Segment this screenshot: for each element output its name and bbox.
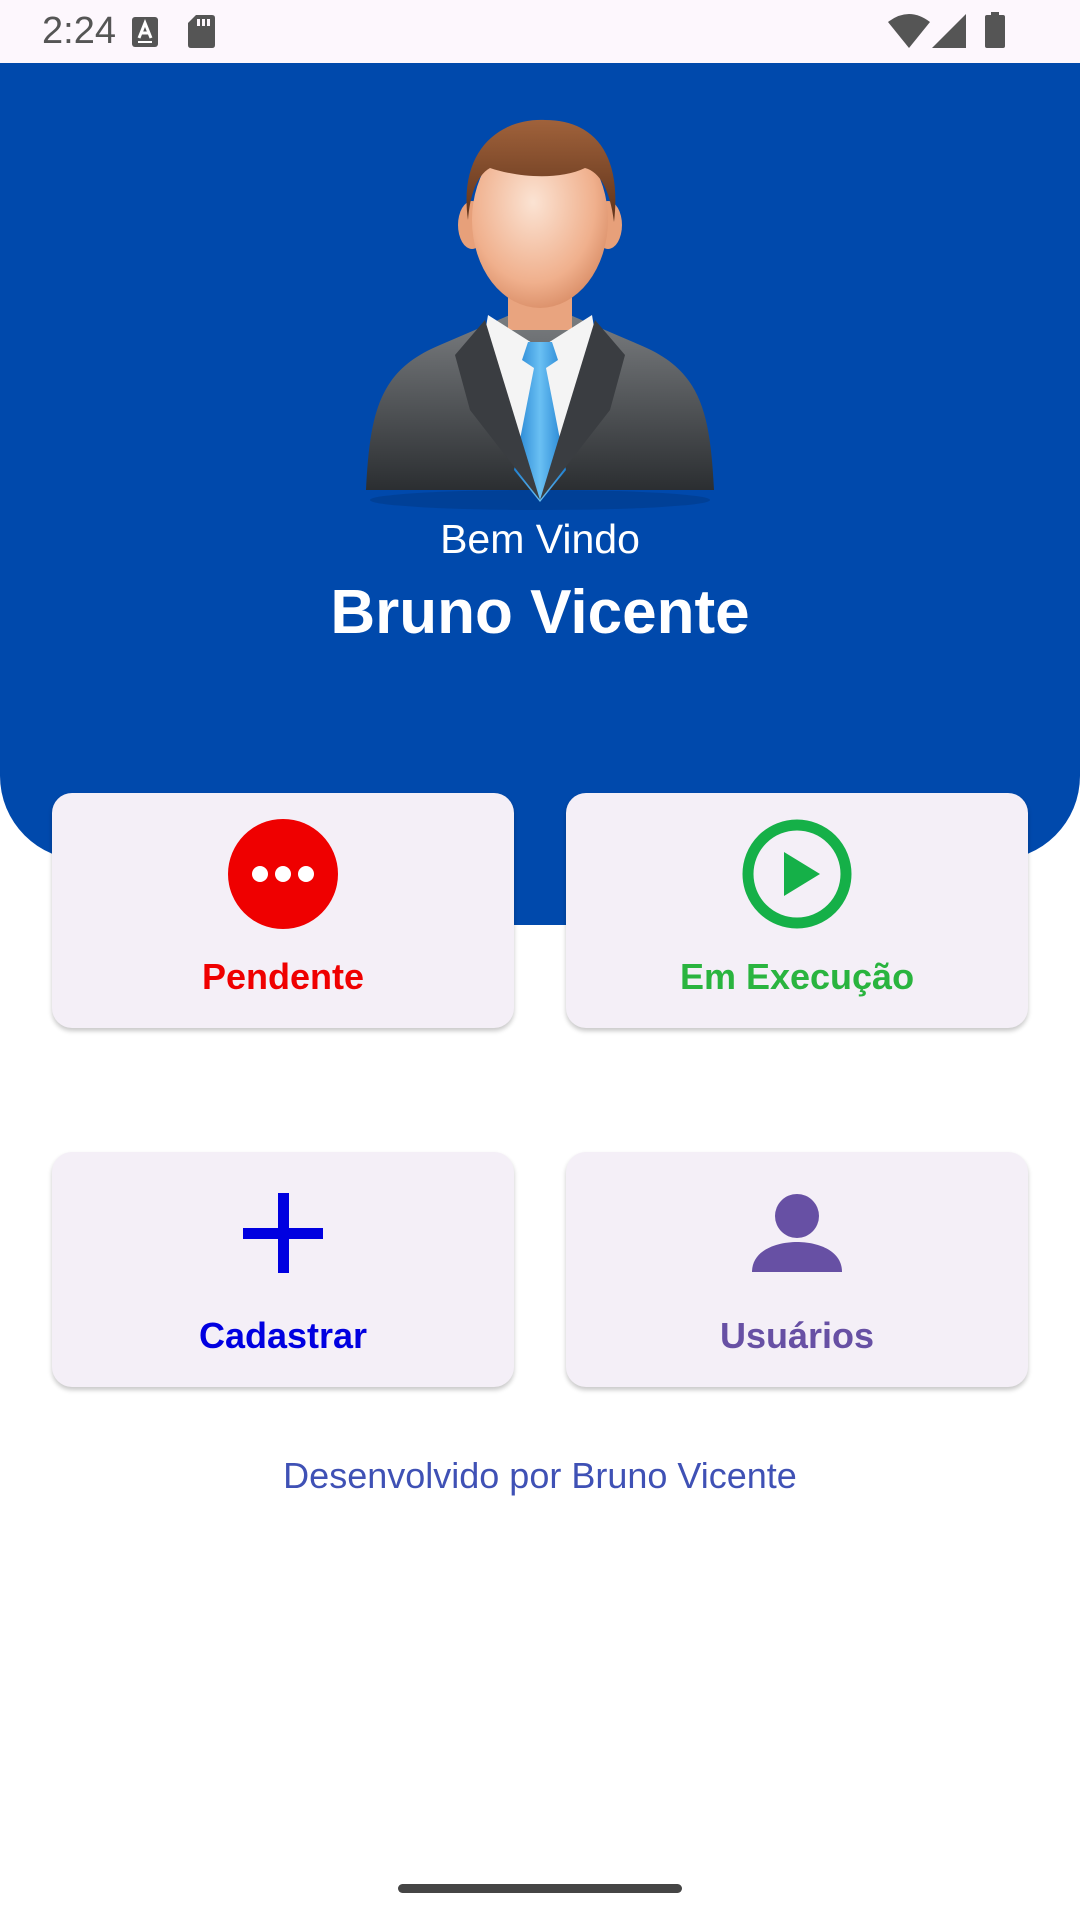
wifi-icon xyxy=(888,14,930,48)
more-dots-icon xyxy=(228,819,338,929)
in-progress-card[interactable]: Em Execução xyxy=(566,793,1028,1028)
cell-signal-icon xyxy=(932,14,966,48)
header-accent xyxy=(510,850,570,925)
pending-card[interactable]: Pendente xyxy=(52,793,514,1028)
users-label: Usuários xyxy=(719,1315,875,1356)
register-card[interactable]: Cadastrar xyxy=(52,1152,514,1387)
pending-label: Pendente xyxy=(201,956,365,997)
users-card[interactable]: Usuários xyxy=(566,1152,1028,1387)
keyboard-icon xyxy=(132,17,158,47)
person-icon xyxy=(752,1194,842,1272)
businessman-avatar-icon xyxy=(366,119,714,510)
home-indicator[interactable] xyxy=(398,1884,682,1893)
in-progress-label: Em Execução xyxy=(679,956,915,997)
sd-card-icon xyxy=(188,15,215,48)
status-bar: 2:24 xyxy=(0,0,1080,63)
play-circle-icon xyxy=(742,819,852,929)
developer-credit: Desenvolvido por Bruno Vicente xyxy=(283,1455,797,1496)
register-label: Cadastrar xyxy=(198,1315,368,1356)
greeting-text: Bem Vindo xyxy=(440,516,640,562)
status-time: 2:24 xyxy=(42,10,116,52)
user-name: Bruno Vicente xyxy=(330,578,750,647)
plus-icon xyxy=(243,1193,323,1273)
battery-icon xyxy=(985,12,1005,48)
